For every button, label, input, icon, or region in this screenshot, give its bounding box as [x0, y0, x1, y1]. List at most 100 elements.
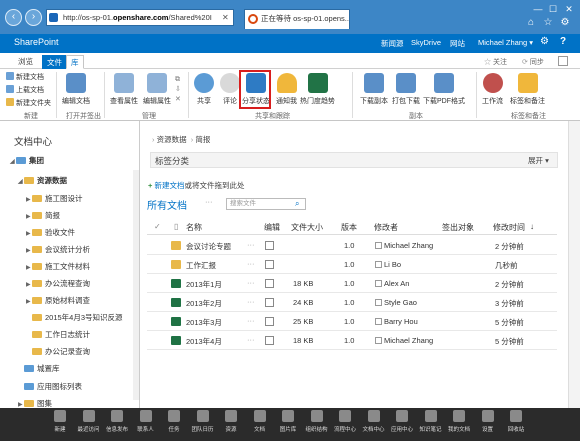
breadcrumb-briefing[interactable]: 简报: [195, 135, 210, 144]
taskbar-item[interactable]: 设置: [476, 410, 500, 433]
content-scrollbar[interactable]: [568, 121, 580, 408]
search-icon[interactable]: ⌕: [295, 199, 299, 209]
newsfeed-link[interactable]: 新闻源: [381, 38, 404, 49]
column-file-size[interactable]: 文件大小: [291, 222, 323, 233]
popularity-trends-button[interactable]: 热门度趋势: [300, 73, 335, 106]
doc-modified-by[interactable]: Style Gao: [384, 298, 417, 307]
row-menu-ellipsis[interactable]: ···: [247, 240, 255, 249]
taskbar-item[interactable]: 团队日历: [191, 410, 215, 433]
expand-button[interactable]: 展开 ▾: [528, 155, 549, 166]
taskbar-item[interactable]: 应用中心: [390, 410, 414, 433]
help-icon[interactable]: ?: [560, 36, 566, 47]
tab-browse[interactable]: 浏览: [14, 55, 37, 69]
edit-doc-icon[interactable]: [265, 336, 274, 345]
doc-name[interactable]: 2013年2月: [186, 298, 222, 309]
taskbar-item[interactable]: 最近访问: [77, 410, 101, 433]
column-checked-out-to[interactable]: 签出对象: [442, 222, 474, 233]
doc-name[interactable]: 2013年3月: [186, 317, 222, 328]
column-version[interactable]: 版本: [341, 222, 357, 233]
new-doc-link[interactable]: 新建文档: [154, 181, 184, 190]
zip-download-button[interactable]: 打包下载: [392, 73, 420, 106]
search-input[interactable]: 搜索文件: [226, 198, 306, 210]
skydrive-link[interactable]: SkyDrive: [411, 38, 441, 47]
doc-modified-by[interactable]: Barry Hou: [384, 317, 418, 326]
nav-item-city-library[interactable]: 城置库: [24, 363, 60, 374]
settings-gear-icon[interactable]: ⚙: [540, 36, 549, 47]
alert-me-button[interactable]: 通知我: [276, 73, 297, 106]
focus-content-icon[interactable]: [558, 56, 568, 66]
edit-document-button[interactable]: 编辑文档: [62, 73, 90, 106]
sharepoint-brand[interactable]: SharePoint: [14, 37, 59, 47]
follow-button[interactable]: ☆ 关注: [484, 57, 507, 67]
sync-button[interactable]: ⟳ 同步: [522, 57, 544, 67]
download-pdf-button[interactable]: 下载PDF格式: [423, 73, 465, 106]
refresh-icon[interactable]: ✕: [222, 13, 229, 22]
address-bar[interactable]: http://os-sp-01.openshare.com/Shared%20I: [46, 9, 234, 26]
tools-gear-icon[interactable]: ⚙: [559, 17, 571, 29]
taskbar-item[interactable]: 联系人: [134, 410, 158, 433]
share-button[interactable]: 共享: [194, 73, 214, 106]
nav-item-office-records[interactable]: 办公记录查询: [32, 346, 90, 357]
nav-scrollbar[interactable]: [133, 170, 139, 400]
back-icon[interactable]: ‹: [5, 9, 22, 26]
nav-item-construction-files[interactable]: ▶ 施工文件材料: [26, 261, 90, 272]
home-icon[interactable]: ⌂: [525, 17, 537, 29]
nav-item-knowledge[interactable]: 2015年4月3号知识反源: [32, 312, 123, 323]
taskbar-item[interactable]: 文档: [248, 410, 272, 433]
new-folder-button[interactable]: 新建文件夹: [6, 98, 51, 108]
nav-item-resource-data[interactable]: ◢ 资源数据: [18, 175, 67, 186]
taskbar-item[interactable]: 我的文档: [447, 410, 471, 433]
row-menu-ellipsis[interactable]: ···: [247, 259, 255, 268]
doc-modified-by[interactable]: Alex An: [384, 279, 409, 288]
favorites-star-icon[interactable]: ☆: [542, 17, 554, 29]
doc-modified-by[interactable]: Michael Zhang: [384, 336, 433, 345]
edit-doc-icon[interactable]: [265, 241, 274, 250]
view-properties-button[interactable]: 查看属性: [110, 73, 138, 106]
taskbar-item[interactable]: 组织结构: [305, 410, 329, 433]
nav-item-material-survey[interactable]: ▶ 原始材料调查: [26, 295, 90, 306]
view-all-documents[interactable]: 所有文档: [147, 197, 187, 212]
tab-files[interactable]: 文件: [42, 55, 67, 69]
edit-doc-icon[interactable]: [265, 298, 274, 307]
browser-tab[interactable]: 正在等待 os-sp-01.opens...: [244, 9, 350, 29]
taskbar-item[interactable]: 资源: [219, 410, 243, 433]
doc-name[interactable]: 2013年1月: [186, 279, 222, 290]
taskbar-item[interactable]: 文档中心: [362, 410, 386, 433]
edit-doc-icon[interactable]: [265, 317, 274, 326]
taskbar-item[interactable]: 回收站: [504, 410, 528, 433]
doc-name[interactable]: 工作汇报: [186, 260, 216, 271]
column-name[interactable]: 名称: [186, 222, 202, 233]
column-modified-by[interactable]: 修改者: [374, 222, 398, 233]
row-menu-ellipsis[interactable]: ···: [247, 335, 255, 344]
comment-button[interactable]: 评论: [220, 73, 240, 106]
download-copy-button[interactable]: 下载副本: [360, 73, 388, 106]
taskbar-item[interactable]: 信息发布: [105, 410, 129, 433]
doc-modified-by[interactable]: Li Bo: [384, 260, 401, 269]
new-document-button[interactable]: 新建文档: [6, 72, 44, 82]
row-menu-ellipsis[interactable]: ···: [247, 316, 255, 325]
view-options-ellipsis[interactable]: ···: [205, 197, 213, 206]
doc-name[interactable]: 2013年4月: [186, 336, 222, 347]
select-all-checkbox[interactable]: ✓: [154, 222, 161, 231]
edit-doc-icon[interactable]: [265, 279, 274, 288]
manage-small-icons[interactable]: ⧉ ⇩ ✕: [175, 75, 181, 105]
nav-item-meeting-stats[interactable]: ▶ 会议统计分析: [26, 244, 90, 255]
taskbar-item[interactable]: 知识笔记: [419, 410, 443, 433]
taskbar-item[interactable]: 图片库: [276, 410, 300, 433]
edit-properties-button[interactable]: 编辑属性: [143, 73, 171, 106]
breadcrumb-resource-data[interactable]: 资源数据: [157, 135, 187, 144]
tab-library[interactable]: 库: [66, 55, 84, 69]
doc-name[interactable]: 会议讨论专题: [186, 241, 231, 252]
column-edit[interactable]: 编辑: [264, 222, 280, 233]
nav-item-group[interactable]: ◢ 集团: [10, 155, 44, 166]
taskbar-item[interactable]: 流程中心: [333, 410, 357, 433]
nav-item-construction-design[interactable]: ▶ 施工图设计: [26, 193, 83, 204]
nav-item-acceptance[interactable]: ▶ 验收文件: [26, 227, 75, 238]
row-menu-ellipsis[interactable]: ···: [247, 278, 255, 287]
tags-notes-button[interactable]: 标签和备注: [510, 73, 545, 106]
nav-item-briefing[interactable]: ▶ 简报: [26, 210, 60, 221]
nav-item-app-icons[interactable]: 应用图标列表: [24, 381, 82, 392]
user-menu[interactable]: Michael Zhang ▾: [478, 38, 533, 47]
edit-doc-icon[interactable]: [265, 260, 274, 269]
maximize-icon[interactable]: ☐: [547, 4, 559, 14]
